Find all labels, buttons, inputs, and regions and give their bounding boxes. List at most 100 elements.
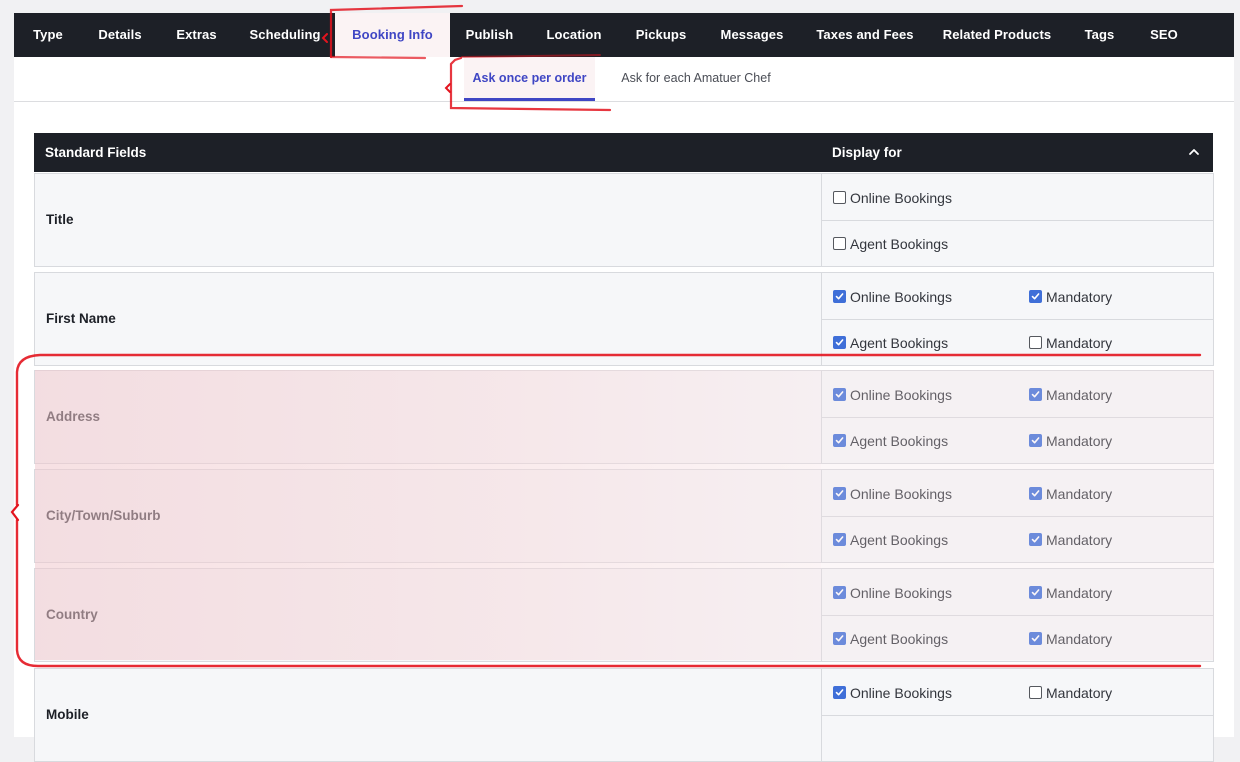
display-options: Online Bookings Mandatory: [821, 669, 1214, 761]
tab-booking-info[interactable]: Booking Info: [335, 13, 450, 57]
online-option-line: Online Bookings: [822, 174, 1214, 221]
agent-bookings-option[interactable]: Agent Bookings: [833, 532, 948, 548]
tab-messages[interactable]: Messages: [703, 13, 801, 57]
online-bookings-option-checkbox[interactable]: [833, 586, 846, 599]
online-bookings-option-checkbox[interactable]: [833, 487, 846, 500]
agent-mandatory-option-checkbox[interactable]: [1029, 533, 1042, 546]
agent-option-line: Agent Bookings Mandatory: [822, 319, 1214, 365]
column-standard-fields: Standard Fields: [45, 145, 147, 160]
online-bookings-option-label: Online Bookings: [850, 289, 952, 305]
agent-bookings-option[interactable]: Agent Bookings: [833, 236, 948, 252]
subtab-label: Ask once per order: [472, 71, 587, 85]
standard-fields-header: Standard Fields Display for: [34, 133, 1213, 172]
agent-mandatory-option[interactable]: Mandatory: [1029, 532, 1112, 548]
online-option-line: Online Bookings Mandatory: [822, 371, 1214, 418]
agent-bookings-option-checkbox[interactable]: [833, 434, 846, 447]
agent-bookings-option-label: Agent Bookings: [850, 631, 949, 647]
display-options: Online Bookings Mandatory Agent Bookings Ma…: [821, 470, 1214, 562]
online-bookings-option[interactable]: Online Bookings: [833, 486, 952, 502]
field-row: Country Online Bookings Mandatory Agent Boo…: [34, 568, 1214, 662]
subtab-ask-once-per-order[interactable]: Ask once per order: [464, 57, 595, 101]
online-mandatory-option-label: Mandatory: [1046, 685, 1113, 701]
subtab-label: Ask for each Amatuer Chef: [621, 71, 771, 85]
online-option-line: Online Bookings Mandatory: [822, 470, 1214, 517]
display-options: Online Bookings Mandatory Agent Bookings Ma…: [821, 273, 1214, 365]
field-row: Mobile Online Bookings Mandatory: [34, 668, 1214, 762]
agent-mandatory-option-label: Mandatory: [1046, 532, 1113, 548]
agent-bookings-option-checkbox[interactable]: [833, 336, 846, 349]
agent-mandatory-option[interactable]: Mandatory: [1029, 631, 1112, 647]
online-mandatory-option-label: Mandatory: [1046, 486, 1113, 502]
agent-mandatory-option-checkbox[interactable]: [1029, 434, 1042, 447]
field-name: Country: [46, 607, 98, 622]
field-name: Address: [46, 409, 101, 424]
online-mandatory-option-checkbox[interactable]: [1029, 686, 1042, 699]
tab-publish[interactable]: Publish: [450, 13, 529, 57]
online-mandatory-option-label: Mandatory: [1046, 387, 1113, 403]
subtab-ask-for-each-amatuer-chef[interactable]: Ask for each Amatuer Chef: [606, 57, 786, 101]
online-bookings-option-label: Online Bookings: [850, 190, 952, 206]
online-bookings-option-checkbox[interactable]: [833, 290, 846, 303]
display-options: Online Bookings Agent Bookings: [821, 174, 1214, 266]
online-mandatory-option[interactable]: Mandatory: [1029, 486, 1112, 502]
online-bookings-option-label: Online Bookings: [850, 486, 952, 502]
agent-mandatory-option[interactable]: Mandatory: [1029, 433, 1112, 449]
online-bookings-option-checkbox[interactable]: [833, 686, 846, 699]
online-bookings-option-checkbox[interactable]: [833, 388, 846, 401]
online-option-line: Online Bookings Mandatory: [822, 669, 1214, 716]
field-name: Title: [46, 212, 74, 227]
tab-related-products[interactable]: Related Products: [929, 13, 1065, 57]
online-mandatory-option-checkbox[interactable]: [1029, 290, 1042, 303]
column-display-for: Display for: [832, 145, 902, 160]
agent-bookings-option-label: Agent Bookings: [850, 433, 949, 449]
field-row: Address Online Bookings Mandatory Agent Boo…: [34, 370, 1214, 464]
tab-location[interactable]: Location: [529, 13, 619, 57]
online-option-line: Online Bookings Mandatory: [822, 273, 1214, 320]
online-bookings-option-checkbox[interactable]: [833, 191, 846, 204]
tab-pickups[interactable]: Pickups: [619, 13, 703, 57]
tab-tags[interactable]: Tags: [1065, 13, 1134, 57]
agent-bookings-option-checkbox[interactable]: [833, 237, 846, 250]
agent-mandatory-option-checkbox[interactable]: [1029, 632, 1042, 645]
agent-option-line: [822, 715, 1214, 761]
chevron-up-icon[interactable]: [1187, 145, 1201, 159]
tab-type[interactable]: Type: [14, 13, 82, 57]
tab-taxes-and-fees[interactable]: Taxes and Fees: [801, 13, 929, 57]
online-mandatory-option[interactable]: Mandatory: [1029, 685, 1112, 701]
online-mandatory-option-checkbox[interactable]: [1029, 487, 1042, 500]
online-bookings-option[interactable]: Online Bookings: [833, 387, 952, 403]
online-mandatory-option-label: Mandatory: [1046, 289, 1113, 305]
field-name: First Name: [46, 311, 116, 326]
agent-bookings-option[interactable]: Agent Bookings: [833, 631, 948, 647]
field-name: Mobile: [46, 707, 89, 722]
online-mandatory-option-checkbox[interactable]: [1029, 586, 1042, 599]
agent-bookings-option-label: Agent Bookings: [850, 335, 949, 351]
agent-bookings-option-checkbox[interactable]: [833, 533, 846, 546]
agent-option-line: Agent Bookings Mandatory: [822, 516, 1214, 562]
agent-mandatory-option-checkbox[interactable]: [1029, 336, 1042, 349]
online-bookings-option-label: Online Bookings: [850, 387, 952, 403]
agent-mandatory-option[interactable]: Mandatory: [1029, 335, 1112, 351]
online-bookings-option[interactable]: Online Bookings: [833, 190, 952, 206]
agent-bookings-option-checkbox[interactable]: [833, 632, 846, 645]
agent-bookings-option[interactable]: Agent Bookings: [833, 433, 948, 449]
online-mandatory-option[interactable]: Mandatory: [1029, 387, 1112, 403]
agent-option-line: Agent Bookings Mandatory: [822, 417, 1214, 463]
agent-mandatory-option-label: Mandatory: [1046, 433, 1113, 449]
tab-details[interactable]: Details: [82, 13, 158, 57]
online-mandatory-option-checkbox[interactable]: [1029, 388, 1042, 401]
online-option-line: Online Bookings Mandatory: [822, 569, 1214, 616]
field-row: Title Online Bookings Agent Bookings: [34, 173, 1214, 267]
online-bookings-option[interactable]: Online Bookings: [833, 289, 952, 305]
tab-seo[interactable]: SEO: [1134, 13, 1194, 57]
main-tab-bar: Type Details Extras Scheduling Booking I…: [14, 13, 1234, 57]
online-mandatory-option[interactable]: Mandatory: [1029, 289, 1112, 305]
online-bookings-option[interactable]: Online Bookings: [833, 685, 952, 701]
sub-tab-bar: Ask once per order Ask for each Amatuer …: [14, 57, 1234, 102]
agent-bookings-option[interactable]: Agent Bookings: [833, 335, 948, 351]
online-bookings-option[interactable]: Online Bookings: [833, 585, 952, 601]
tab-extras[interactable]: Extras: [158, 13, 235, 57]
online-mandatory-option-label: Mandatory: [1046, 585, 1113, 601]
online-mandatory-option[interactable]: Mandatory: [1029, 585, 1112, 601]
tab-scheduling[interactable]: Scheduling: [235, 13, 335, 57]
